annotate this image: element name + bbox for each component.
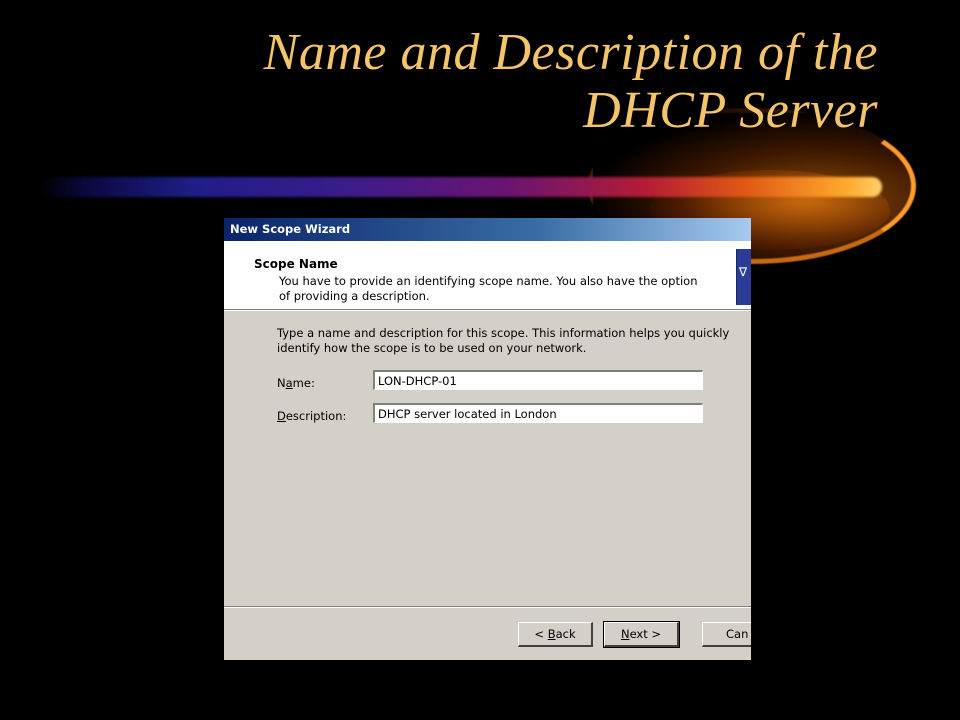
slide-title-line-1: Name and Description of the bbox=[263, 24, 878, 81]
new-scope-wizard-window: New Scope Wizard Scope Name You have to … bbox=[224, 218, 751, 660]
description-input[interactable] bbox=[373, 403, 703, 423]
back-button[interactable]: < Back bbox=[518, 622, 593, 647]
wizard-logo-icon bbox=[736, 249, 751, 305]
page-subtitle: You have to provide an identifying scope… bbox=[279, 274, 698, 303]
cancel-button[interactable]: Can bbox=[702, 622, 751, 647]
button-separator bbox=[224, 606, 751, 608]
next-button[interactable]: Next > bbox=[603, 621, 680, 648]
window-titlebar[interactable]: New Scope Wizard bbox=[224, 218, 751, 241]
slide-title-line-2: DHCP Server bbox=[583, 82, 878, 139]
page-title: Scope Name bbox=[254, 257, 338, 271]
name-label: Name: bbox=[277, 376, 315, 390]
name-input[interactable] bbox=[373, 370, 703, 390]
decorative-swoosh-bar bbox=[40, 177, 882, 197]
instructions-text: Type a name and description for this sco… bbox=[277, 326, 730, 355]
description-label: Description: bbox=[277, 409, 347, 423]
slide-title: Name and Description of the DHCP Server bbox=[264, 24, 878, 140]
wizard-header: Scope Name You have to provide an identi… bbox=[224, 241, 751, 310]
